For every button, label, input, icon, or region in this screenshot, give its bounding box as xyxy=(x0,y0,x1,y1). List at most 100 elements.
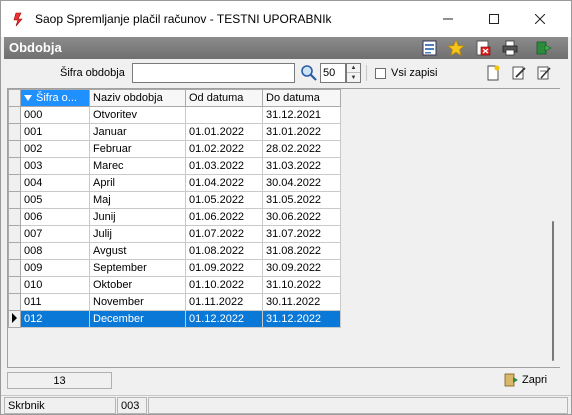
record-limit-input[interactable] xyxy=(320,63,346,83)
cell-name[interactable]: April xyxy=(89,174,186,192)
cell-from[interactable]: 01.04.2022 xyxy=(185,174,263,192)
cell-name[interactable]: Januar xyxy=(89,123,186,141)
cell-code[interactable]: 006 xyxy=(20,208,90,226)
document-grid-icon[interactable] xyxy=(421,39,439,57)
close-form-button[interactable]: Zapri xyxy=(503,370,557,390)
cell-name[interactable]: September xyxy=(89,259,186,277)
table-row[interactable]: 008 Avgust 01.08.2022 31.08.2022 xyxy=(8,242,341,260)
table-row[interactable]: 007 Julij 01.07.2022 31.07.2022 xyxy=(8,225,341,243)
column-header-code[interactable]: Šifra o... xyxy=(20,89,90,107)
cell-code[interactable]: 001 xyxy=(20,123,90,141)
cell-name[interactable]: December xyxy=(89,310,186,328)
table-row[interactable]: 003 Marec 01.03.2022 31.03.2022 xyxy=(8,157,341,175)
row-indicator[interactable] xyxy=(8,123,21,141)
row-indicator[interactable] xyxy=(8,106,21,124)
column-header-name[interactable]: Naziv obdobja xyxy=(89,89,186,107)
cell-from[interactable]: 01.07.2022 xyxy=(185,225,263,243)
period-code-input[interactable] xyxy=(132,63,295,83)
cell-code[interactable]: 010 xyxy=(20,276,90,294)
table-row[interactable]: 012 December 01.12.2022 31.12.2022 xyxy=(8,310,341,328)
row-indicator[interactable] xyxy=(8,276,21,294)
cell-code[interactable]: 012 xyxy=(20,310,90,328)
cell-to[interactable]: 31.03.2022 xyxy=(262,157,341,175)
cell-code[interactable]: 008 xyxy=(20,242,90,260)
cell-code[interactable]: 002 xyxy=(20,140,90,158)
row-indicator[interactable] xyxy=(8,174,21,192)
table-row[interactable]: 011 November 01.11.2022 30.11.2022 xyxy=(8,293,341,311)
column-header-from[interactable]: Od datuma xyxy=(185,89,263,107)
show-all-checkbox[interactable] xyxy=(375,68,386,79)
scrollbar-thumb[interactable] xyxy=(552,221,554,361)
cell-to[interactable]: 31.12.2022 xyxy=(262,310,341,328)
row-indicator[interactable] xyxy=(8,225,21,243)
cell-to[interactable]: 30.06.2022 xyxy=(262,208,341,226)
table-row[interactable]: 001 Januar 01.01.2022 31.01.2022 xyxy=(8,123,341,141)
table-row[interactable]: 000 Otvoritev 31.12.2021 xyxy=(8,106,341,124)
spin-down-icon[interactable]: ▼ xyxy=(347,73,360,82)
cell-code[interactable]: 011 xyxy=(20,293,90,311)
cell-from[interactable]: 01.01.2022 xyxy=(185,123,263,141)
exit-icon[interactable] xyxy=(535,39,553,57)
cell-name[interactable]: Avgust xyxy=(89,242,186,260)
cell-name[interactable]: Marec xyxy=(89,157,186,175)
maximize-button[interactable] xyxy=(471,1,517,37)
cell-from[interactable]: 01.11.2022 xyxy=(185,293,263,311)
cell-name[interactable]: Junij xyxy=(89,208,186,226)
copy-record-icon[interactable] xyxy=(536,65,552,81)
cell-code[interactable]: 009 xyxy=(20,259,90,277)
cell-to[interactable]: 31.08.2022 xyxy=(262,242,341,260)
printer-icon[interactable] xyxy=(501,39,519,57)
table-row[interactable]: 006 Junij 01.06.2022 30.06.2022 xyxy=(8,208,341,226)
cell-name[interactable]: Julij xyxy=(89,225,186,243)
cell-from[interactable]: 01.02.2022 xyxy=(185,140,263,158)
column-header-to[interactable]: Do datuma xyxy=(262,89,341,107)
table-row[interactable]: 005 Maj 01.05.2022 31.05.2022 xyxy=(8,191,341,209)
row-indicator[interactable] xyxy=(8,191,21,209)
row-indicator[interactable] xyxy=(8,310,21,328)
star-icon[interactable] xyxy=(447,39,465,57)
table-row[interactable]: 010 Oktober 01.10.2022 31.10.2022 xyxy=(8,276,341,294)
cell-code[interactable]: 000 xyxy=(20,106,90,124)
title-bar[interactable]: Saop Spremljanje plačil računov - TESTNI… xyxy=(1,1,571,37)
cell-from[interactable]: 01.06.2022 xyxy=(185,208,263,226)
cell-name[interactable]: Otvoritev xyxy=(89,106,186,124)
cell-to[interactable]: 30.04.2022 xyxy=(262,174,341,192)
cell-to[interactable]: 31.05.2022 xyxy=(262,191,341,209)
cell-to[interactable]: 31.07.2022 xyxy=(262,225,341,243)
cell-code[interactable]: 003 xyxy=(20,157,90,175)
cell-from[interactable]: 01.05.2022 xyxy=(185,191,263,209)
cell-from[interactable]: 01.03.2022 xyxy=(185,157,263,175)
cell-to[interactable]: 30.09.2022 xyxy=(262,259,341,277)
cell-to[interactable]: 31.12.2021 xyxy=(262,106,341,124)
row-indicator[interactable] xyxy=(8,208,21,226)
spin-up-icon[interactable]: ▲ xyxy=(347,64,360,73)
table-row[interactable]: 009 September 01.09.2022 30.09.2022 xyxy=(8,259,341,277)
minimize-button[interactable] xyxy=(425,1,471,37)
cell-to[interactable]: 28.02.2022 xyxy=(262,140,341,158)
table-row[interactable]: 002 Februar 01.02.2022 28.02.2022 xyxy=(8,140,341,158)
cell-code[interactable]: 007 xyxy=(20,225,90,243)
cell-from[interactable]: 01.08.2022 xyxy=(185,242,263,260)
periods-grid[interactable]: Šifra o... Naziv obdobja Od datuma Do da… xyxy=(7,88,560,368)
row-indicator[interactable] xyxy=(8,140,21,158)
vertical-scrollbar[interactable] xyxy=(547,89,560,367)
search-icon[interactable] xyxy=(300,64,318,82)
close-window-button[interactable] xyxy=(517,1,563,37)
cell-name[interactable]: Maj xyxy=(89,191,186,209)
row-indicator[interactable] xyxy=(8,157,21,175)
cell-name[interactable]: Februar xyxy=(89,140,186,158)
row-indicator[interactable] xyxy=(8,293,21,311)
cell-to[interactable]: 31.01.2022 xyxy=(262,123,341,141)
row-indicator[interactable] xyxy=(8,259,21,277)
edit-record-icon[interactable] xyxy=(511,65,527,81)
cell-from[interactable]: 01.12.2022 xyxy=(185,310,263,328)
cell-name[interactable]: Oktober xyxy=(89,276,186,294)
cell-to[interactable]: 30.11.2022 xyxy=(262,293,341,311)
cell-from[interactable]: 01.09.2022 xyxy=(185,259,263,277)
new-record-icon[interactable] xyxy=(485,65,501,81)
record-limit-spinner[interactable]: ▲ ▼ xyxy=(346,63,361,83)
cell-to[interactable]: 31.10.2022 xyxy=(262,276,341,294)
cell-from[interactable] xyxy=(185,106,263,124)
cell-code[interactable]: 005 xyxy=(20,191,90,209)
cell-from[interactable]: 01.10.2022 xyxy=(185,276,263,294)
